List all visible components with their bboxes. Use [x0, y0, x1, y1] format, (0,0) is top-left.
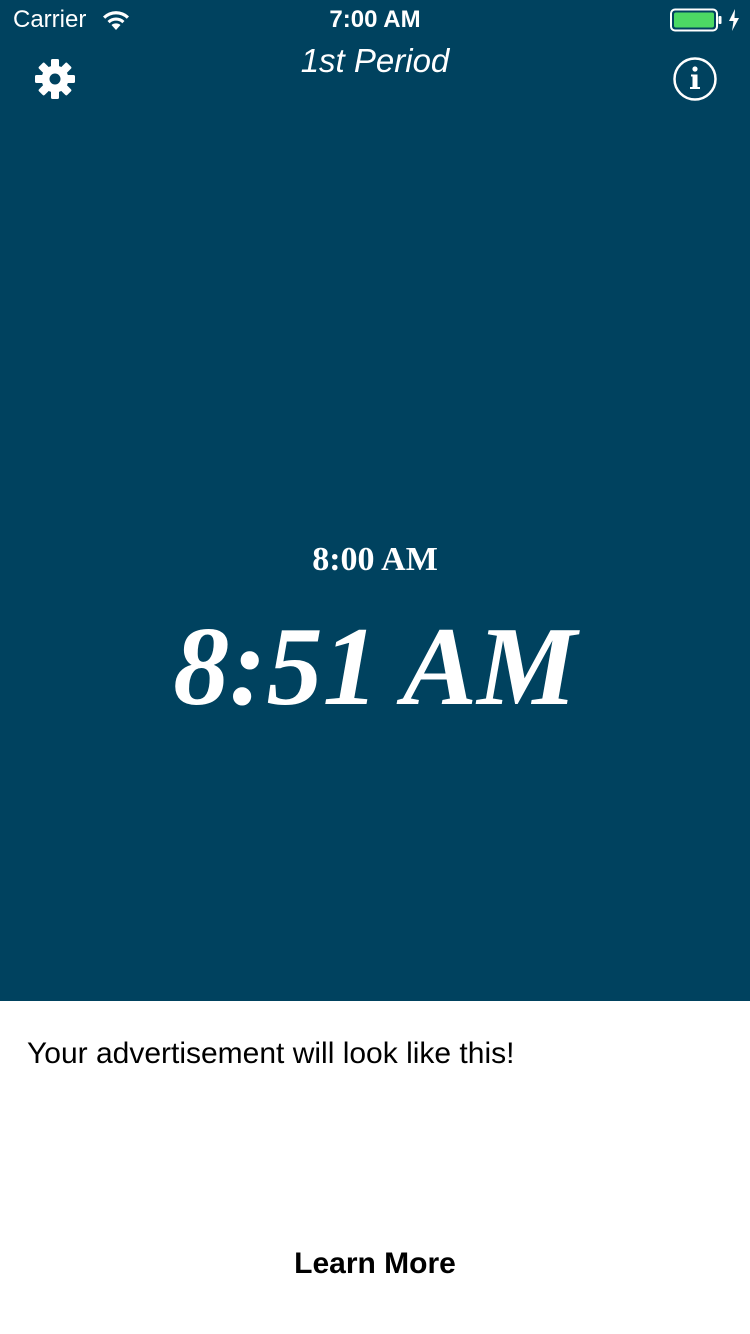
main-panel: Carrier 7:00 AM 1st Period 8:00 AM 8:51 …	[0, 0, 750, 1001]
battery-icon	[670, 8, 722, 32]
info-icon	[673, 57, 717, 101]
ad-banner[interactable]: Your advertisement will look like this! …	[0, 1001, 750, 1334]
page-title: 1st Period	[300, 42, 450, 79]
charging-icon	[729, 9, 739, 31]
period-start-time: 8:00 AM	[312, 541, 438, 578]
ad-text: Your advertisement will look like this!	[27, 1037, 515, 1070]
gear-icon	[35, 59, 75, 99]
status-bar: Carrier 7:00 AM	[0, 0, 750, 40]
info-button[interactable]	[672, 56, 718, 102]
status-time: 7:00 AM	[329, 6, 421, 33]
learn-more-button[interactable]: Learn More	[0, 1244, 750, 1284]
settings-button[interactable]	[33, 57, 77, 101]
current-time-display: 8:51 AM	[173, 605, 577, 729]
